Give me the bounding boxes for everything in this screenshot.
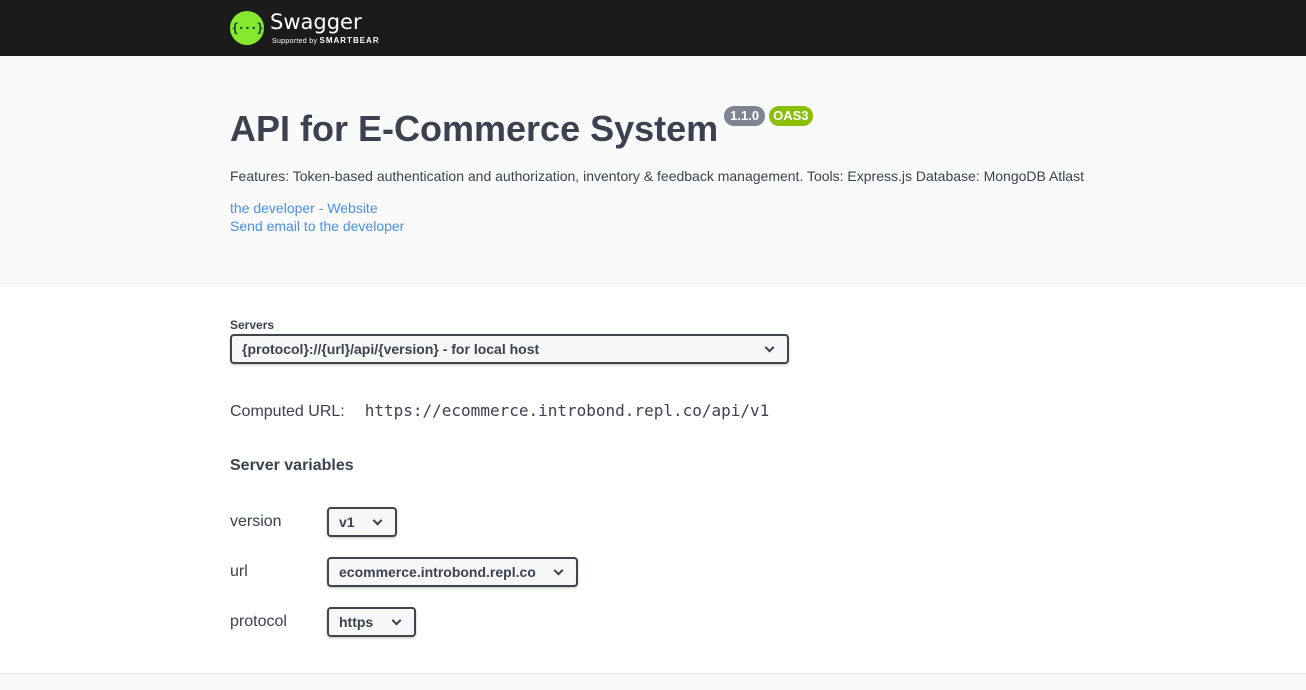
- variable-row-version: version v1: [230, 507, 1306, 537]
- server-select[interactable]: {protocol}://{url}/api/{version} - for l…: [230, 334, 789, 364]
- swagger-logo-icon: {···}: [230, 11, 264, 45]
- version-badge: 1.1.0: [724, 106, 766, 126]
- url-select[interactable]: ecommerce.introbond.repl.co: [327, 557, 578, 587]
- variable-name: protocol: [230, 613, 287, 630]
- section-divider: [0, 673, 1306, 690]
- oas-badge: OAS3: [769, 106, 813, 126]
- contact-links: the developer - Website Send email to th…: [230, 199, 1306, 235]
- protocol-select[interactable]: https: [327, 607, 416, 637]
- logo-supported-label: Supported by: [272, 37, 318, 45]
- chevron-down-icon: [372, 515, 383, 526]
- servers-label: Servers: [230, 318, 275, 332]
- variable-name: version: [230, 513, 282, 530]
- developer-website-link[interactable]: the developer - Website: [230, 199, 1306, 217]
- swagger-logo-text: Swagger Supported by SMARTBEAR: [270, 9, 380, 45]
- server-select-value: {protocol}://{url}/api/{version} - for l…: [242, 341, 540, 357]
- developer-email-link[interactable]: Send email to the developer: [230, 217, 1306, 235]
- computed-url-value: https://ecommerce.introbond.repl.co/api/…: [364, 401, 770, 420]
- info-section: API for E-Commerce System 1.1.0 OAS3 Fea…: [0, 56, 1306, 284]
- logo-supported-by: Supported by SMARTBEAR: [270, 35, 380, 45]
- version-select[interactable]: v1: [327, 507, 397, 537]
- protocol-select-value: https: [339, 614, 374, 630]
- top-bar: {···} Swagger Supported by SMARTBEAR: [0, 0, 1306, 56]
- variable-name: url: [230, 563, 248, 580]
- variable-row-protocol: protocol https: [230, 607, 1306, 637]
- servers-section: Servers {protocol}://{url}/api/{version}…: [0, 284, 1306, 690]
- url-select-value: ecommerce.introbond.repl.co: [339, 564, 536, 580]
- chevron-down-icon: [764, 342, 775, 353]
- title-row: API for E-Commerce System 1.1.0 OAS3: [230, 104, 1306, 150]
- version-select-value: v1: [339, 514, 355, 530]
- chevron-down-icon: [391, 615, 402, 626]
- swagger-logo[interactable]: {···} Swagger Supported by SMARTBEAR: [230, 11, 380, 45]
- computed-url-row: Computed URL: https://ecommerce.introbon…: [230, 401, 1306, 421]
- server-variables-title: Server variables: [230, 457, 354, 474]
- chevron-down-icon: [553, 565, 564, 576]
- computed-url-label: Computed URL:: [230, 403, 345, 420]
- api-description: Features: Token-based authentication and…: [230, 168, 1084, 184]
- variable-row-url: url ecommerce.introbond.repl.co: [230, 557, 1306, 587]
- page-title: API for E-Commerce System: [230, 108, 719, 149]
- logo-brand: SMARTBEAR: [319, 35, 380, 45]
- logo-name: Swagger: [270, 9, 362, 34]
